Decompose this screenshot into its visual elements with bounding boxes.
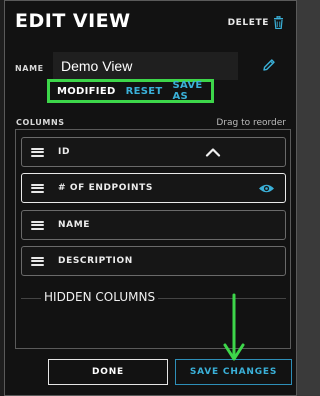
reorder-hint: Drag to reorder — [216, 118, 286, 128]
drag-handle-icon[interactable] — [31, 147, 44, 157]
arrow-down-icon — [223, 293, 245, 361]
column-item-id[interactable]: ID — [21, 137, 286, 167]
modified-status-group: MODIFIED RESET SAVE AS — [47, 79, 214, 103]
chevron-up-icon[interactable] — [205, 147, 221, 157]
drag-handle-icon[interactable] — [31, 256, 44, 266]
column-item-name[interactable]: NAME — [21, 210, 286, 240]
save-as-link[interactable]: SAVE AS — [172, 80, 211, 102]
column-item-endpoints[interactable]: # OF ENDPOINTS — [21, 173, 286, 203]
pencil-icon[interactable] — [262, 58, 276, 72]
delete-button[interactable]: DELETE — [228, 16, 284, 29]
eye-icon[interactable] — [258, 183, 275, 194]
column-label: DESCRIPTION — [58, 256, 133, 266]
done-button[interactable]: DONE — [48, 359, 168, 385]
reset-link[interactable]: RESET — [126, 86, 163, 97]
drag-handle-icon[interactable] — [31, 220, 44, 230]
drag-handle-icon[interactable] — [31, 183, 44, 193]
delete-label: DELETE — [227, 17, 269, 28]
column-label: NAME — [58, 220, 91, 230]
view-name-input[interactable] — [53, 52, 238, 80]
column-label: # OF ENDPOINTS — [58, 183, 153, 193]
column-item-description[interactable]: DESCRIPTION — [21, 246, 286, 276]
hidden-columns-label: HIDDEN COLUMNS — [41, 290, 159, 304]
modified-badge: MODIFIED — [57, 85, 116, 97]
columns-label: COLUMNS — [16, 118, 65, 127]
edit-view-dialog: EDIT VIEW DELETE NAME MODIFIED RESET SAV… — [4, 0, 297, 396]
column-label: ID — [58, 147, 71, 157]
name-label: NAME — [15, 64, 44, 73]
trash-icon — [274, 16, 283, 29]
dialog-title: EDIT VIEW — [15, 10, 131, 32]
